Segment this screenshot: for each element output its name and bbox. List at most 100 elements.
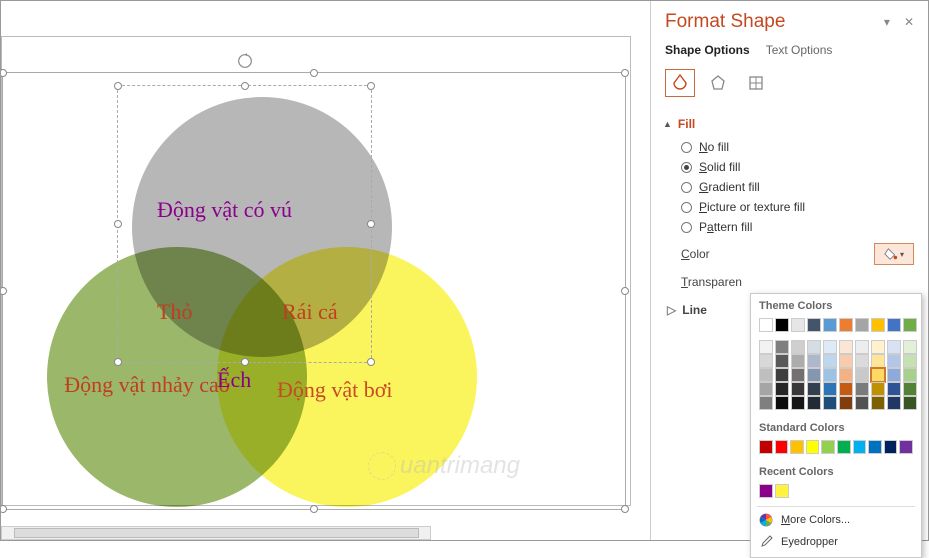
- color-swatch[interactable]: [839, 354, 853, 368]
- color-swatch[interactable]: [871, 354, 885, 368]
- color-swatch[interactable]: [839, 340, 853, 354]
- color-swatch[interactable]: [807, 340, 821, 354]
- resize-handle[interactable]: [310, 505, 318, 513]
- resize-handle[interactable]: [241, 358, 249, 366]
- fill-line-tab-icon[interactable]: [665, 69, 695, 97]
- resize-handle[interactable]: [367, 82, 375, 90]
- tab-shape-options[interactable]: Shape Options: [665, 43, 750, 57]
- color-swatch[interactable]: [839, 396, 853, 410]
- horizontal-scrollbar[interactable]: [1, 526, 431, 540]
- color-swatch[interactable]: [775, 440, 789, 454]
- panel-menu-icon[interactable]: ▾: [884, 15, 890, 29]
- resize-handle[interactable]: [114, 358, 122, 366]
- color-swatch[interactable]: [775, 368, 789, 382]
- color-swatch[interactable]: [868, 440, 882, 454]
- color-swatch[interactable]: [759, 440, 773, 454]
- resize-handle[interactable]: [1, 69, 7, 77]
- resize-handle[interactable]: [621, 69, 629, 77]
- color-swatch[interactable]: [871, 340, 885, 354]
- color-swatch[interactable]: [807, 382, 821, 396]
- resize-handle[interactable]: [1, 287, 7, 295]
- color-swatch[interactable]: [775, 318, 789, 332]
- color-swatch[interactable]: [791, 318, 805, 332]
- color-swatch[interactable]: [887, 368, 901, 382]
- resize-handle[interactable]: [1, 505, 7, 513]
- color-swatch[interactable]: [887, 340, 901, 354]
- color-swatch[interactable]: [759, 318, 773, 332]
- color-swatch[interactable]: [759, 382, 773, 396]
- color-swatch[interactable]: [775, 484, 789, 498]
- effects-tab-icon[interactable]: [703, 69, 733, 97]
- radio-pattern-fill[interactable]: Pattern fill: [667, 217, 914, 237]
- radio-no-fill[interactable]: No fill: [667, 137, 914, 157]
- resize-handle[interactable]: [114, 82, 122, 90]
- color-swatch[interactable]: [884, 440, 898, 454]
- color-swatch[interactable]: [887, 354, 901, 368]
- color-swatch[interactable]: [887, 318, 901, 332]
- color-swatch[interactable]: [887, 382, 901, 396]
- color-swatch[interactable]: [903, 396, 917, 410]
- color-swatch[interactable]: [887, 396, 901, 410]
- color-swatch[interactable]: [823, 318, 837, 332]
- color-swatch[interactable]: [871, 318, 885, 332]
- color-swatch[interactable]: [871, 368, 885, 382]
- color-swatch[interactable]: [839, 382, 853, 396]
- color-swatch[interactable]: [807, 368, 821, 382]
- radio-picture-fill[interactable]: Picture or texture fill: [667, 197, 914, 217]
- color-swatch[interactable]: [855, 354, 869, 368]
- resize-handle[interactable]: [621, 287, 629, 295]
- radio-gradient-fill[interactable]: Gradient fill: [667, 177, 914, 197]
- color-swatch[interactable]: [903, 382, 917, 396]
- color-swatch[interactable]: [775, 340, 789, 354]
- color-swatch[interactable]: [839, 318, 853, 332]
- color-swatch[interactable]: [775, 396, 789, 410]
- fill-color-button[interactable]: ▾: [874, 243, 914, 265]
- color-swatch[interactable]: [855, 340, 869, 354]
- color-swatch[interactable]: [759, 396, 773, 410]
- color-swatch[interactable]: [823, 340, 837, 354]
- color-swatch[interactable]: [823, 396, 837, 410]
- selection-shape-box[interactable]: [117, 85, 372, 363]
- color-swatch[interactable]: [855, 368, 869, 382]
- color-swatch[interactable]: [853, 440, 867, 454]
- size-tab-icon[interactable]: [741, 69, 771, 97]
- color-swatch[interactable]: [903, 368, 917, 382]
- resize-handle[interactable]: [621, 505, 629, 513]
- color-swatch[interactable]: [759, 354, 773, 368]
- color-swatch[interactable]: [821, 440, 835, 454]
- color-swatch[interactable]: [807, 318, 821, 332]
- color-swatch[interactable]: [903, 340, 917, 354]
- color-swatch[interactable]: [899, 440, 913, 454]
- radio-solid-fill[interactable]: Solid fill: [667, 157, 914, 177]
- color-swatch[interactable]: [759, 368, 773, 382]
- resize-handle[interactable]: [367, 220, 375, 228]
- panel-close-icon[interactable]: ✕: [904, 15, 914, 29]
- color-swatch[interactable]: [807, 396, 821, 410]
- color-swatch[interactable]: [807, 354, 821, 368]
- color-swatch[interactable]: [759, 484, 773, 498]
- color-swatch[interactable]: [775, 382, 789, 396]
- fill-section-header[interactable]: ▲ Fill: [663, 117, 914, 131]
- color-swatch[interactable]: [791, 396, 805, 410]
- color-swatch[interactable]: [823, 382, 837, 396]
- color-swatch[interactable]: [837, 440, 851, 454]
- resize-handle[interactable]: [367, 358, 375, 366]
- resize-handle[interactable]: [114, 220, 122, 228]
- color-swatch[interactable]: [903, 318, 917, 332]
- color-swatch[interactable]: [775, 354, 789, 368]
- color-swatch[interactable]: [791, 382, 805, 396]
- color-swatch[interactable]: [791, 354, 805, 368]
- rotate-handle[interactable]: [236, 52, 254, 70]
- color-swatch[interactable]: [903, 354, 917, 368]
- color-swatch[interactable]: [791, 340, 805, 354]
- color-swatch[interactable]: [855, 318, 869, 332]
- color-swatch[interactable]: [806, 440, 820, 454]
- tab-text-options[interactable]: Text Options: [766, 43, 833, 57]
- color-swatch[interactable]: [855, 396, 869, 410]
- slide-canvas[interactable]: Động vật có vú Động vật nhảy cao Động vậ…: [1, 1, 650, 540]
- color-swatch[interactable]: [871, 396, 885, 410]
- resize-handle[interactable]: [241, 82, 249, 90]
- color-swatch[interactable]: [791, 368, 805, 382]
- eyedropper-item[interactable]: Eyedropper: [751, 531, 921, 553]
- color-swatch[interactable]: [855, 382, 869, 396]
